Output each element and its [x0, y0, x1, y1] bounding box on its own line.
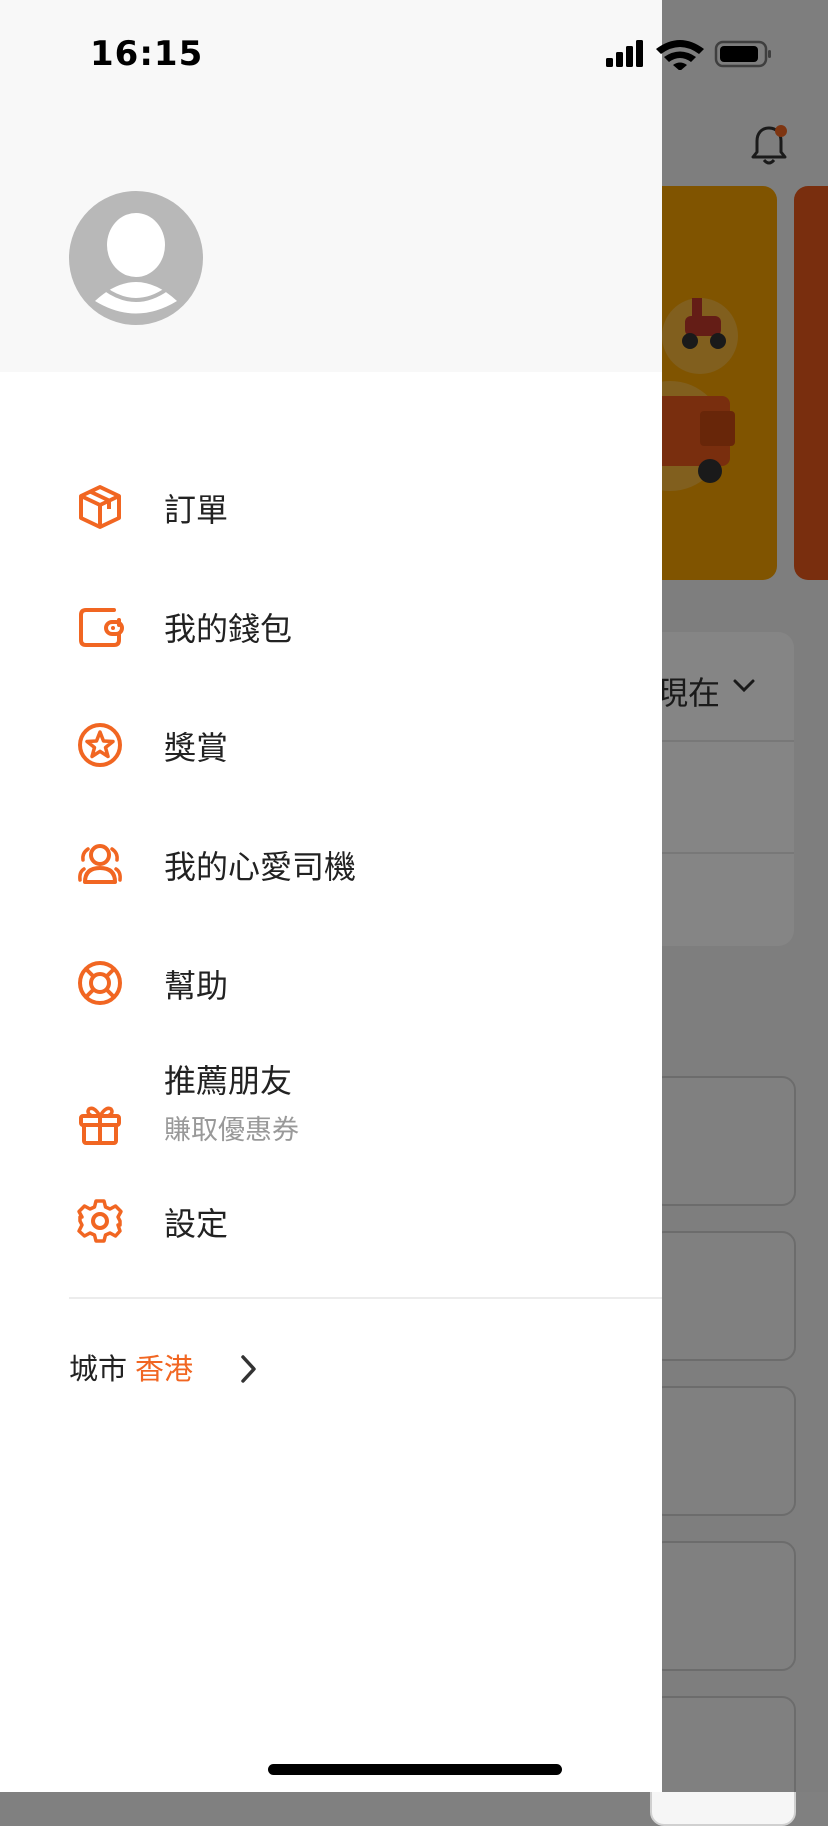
drivers-icon [78, 844, 122, 884]
user-avatar-icon [95, 213, 177, 314]
menu-item-orders[interactable]: 訂單 [0, 457, 662, 557]
gift-icon [79, 1106, 121, 1145]
status-icons [606, 40, 771, 70]
city-value: 香港 [135, 1352, 194, 1386]
divider [69, 1297, 662, 1299]
signal-icon [606, 40, 643, 67]
menu-label: 推薦朋友 [164, 1062, 293, 1100]
package-icon [79, 485, 121, 529]
status-time: 16:15 [90, 34, 204, 74]
menu-item-help[interactable]: 幫助 [0, 933, 662, 1033]
menu-item-rewards[interactable]: 獎賞 [0, 695, 662, 795]
wallet-icon [79, 608, 124, 647]
city-selector[interactable]: 城市 香港 [69, 1346, 256, 1390]
home-indicator[interactable] [268, 1764, 562, 1775]
menu-item-wallet[interactable]: 我的錢包 [0, 576, 662, 676]
menu-item-settings[interactable]: 設定 [0, 1171, 662, 1271]
star-badge-icon [78, 723, 122, 767]
avatar[interactable] [69, 191, 203, 325]
menu-label: 訂單 [164, 491, 229, 529]
gear-icon [77, 1199, 123, 1243]
menu-label: 幫助 [164, 967, 229, 1005]
battery-icon [714, 40, 771, 68]
chevron-right-icon [241, 1355, 256, 1383]
side-drawer: 16:15 訂單 我的錢包 獎賞 我的心愛司機 幫助 推薦朋友 賺取優惠券 設定… [0, 0, 771, 1792]
menu-sublabel: 賺取優惠券 [164, 1115, 299, 1146]
menu-label: 我的心愛司機 [164, 848, 357, 886]
lifebuoy-icon [78, 961, 122, 1005]
drawer-header: 16:15 [0, 0, 771, 372]
menu-item-favourite-drivers[interactable]: 我的心愛司機 [0, 814, 662, 914]
wifi-icon [656, 40, 704, 70]
menu-label: 獎賞 [164, 729, 229, 767]
menu-item-refer-friends[interactable]: 推薦朋友 賺取優惠券 [0, 1052, 662, 1176]
menu-label: 我的錢包 [164, 610, 293, 648]
city-label: 城市 [69, 1352, 128, 1386]
menu-label: 設定 [164, 1205, 229, 1243]
